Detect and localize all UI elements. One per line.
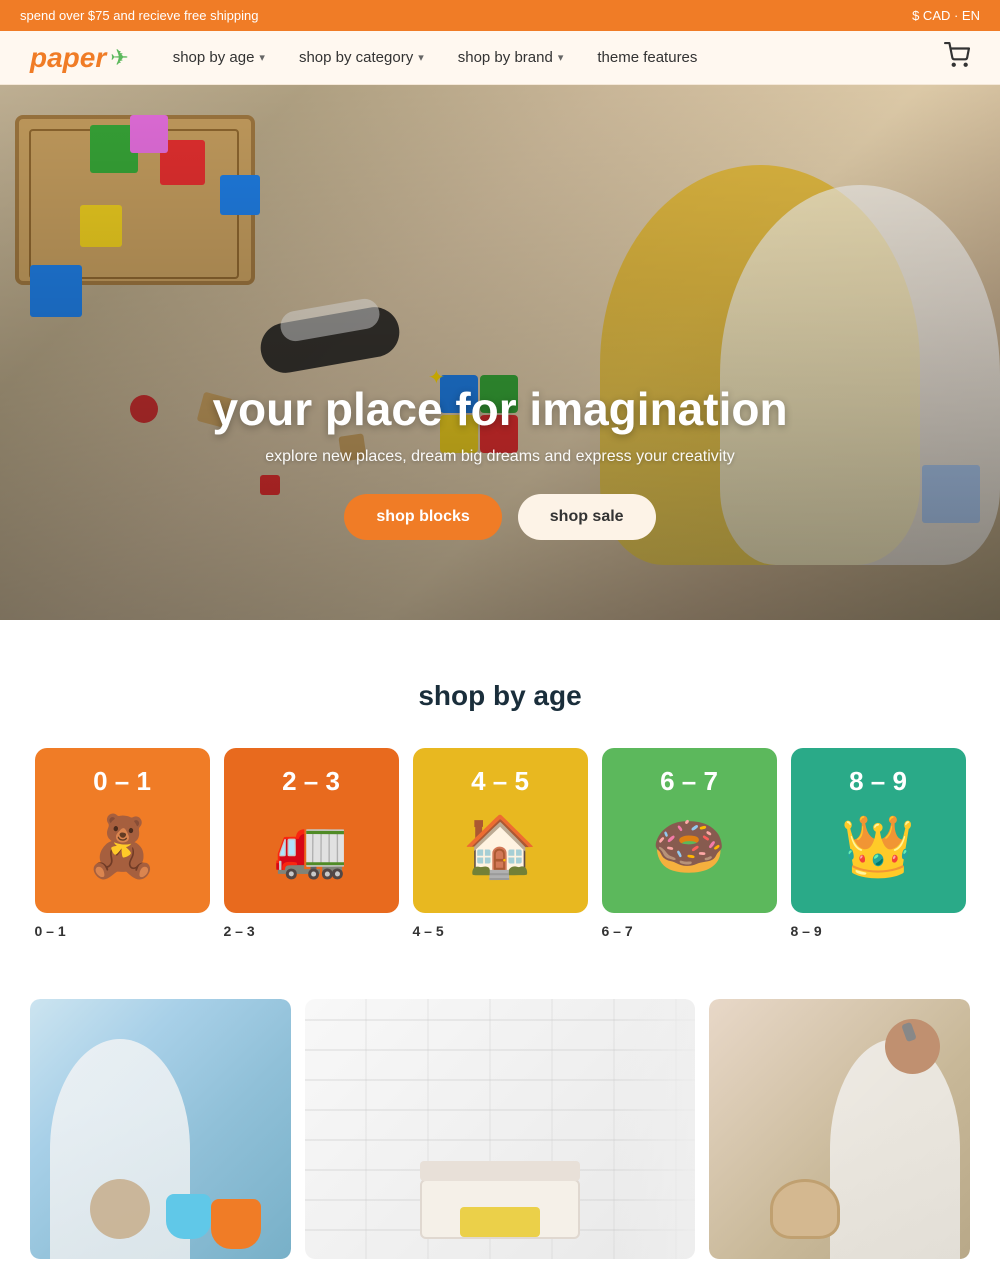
age-card-6-7[interactable]: 6 – 7 🍩 6 – 7 (602, 748, 777, 939)
age-card-inner-2-3: 2 – 3 🚛 (224, 748, 399, 913)
announcement-text: spend over $75 and recieve free shipping (20, 8, 259, 23)
nav-shop-by-age[interactable]: shop by age ▾ (159, 41, 279, 74)
logo-icon: ✈ (110, 45, 128, 71)
age-label-bottom-6-7: 6 – 7 (602, 923, 777, 939)
age-label-bottom-8-9: 8 – 9 (791, 923, 966, 939)
age-label-top-0-1: 0 – 1 (93, 766, 151, 797)
age-card-2-3[interactable]: 2 – 3 🚛 2 – 3 (224, 748, 399, 939)
currency-selector[interactable]: $ CAD · EN (912, 8, 980, 23)
hero-section: ✦ your place for imagination explore new… (0, 85, 1000, 620)
feature-images-section (0, 979, 1000, 1279)
hero-subtitle: explore new places, dream big dreams and… (150, 448, 850, 466)
chevron-down-icon: ▾ (259, 51, 265, 64)
hero-buttons: shop blocks shop sale (150, 494, 850, 540)
age-emoji-0-1: 🧸 (85, 811, 160, 882)
age-card-inner-6-7: 6 – 7 🍩 (602, 748, 777, 913)
shop-blocks-button[interactable]: shop blocks (344, 494, 501, 540)
feature-image-1[interactable] (30, 999, 291, 1259)
age-card-0-1[interactable]: 0 – 1 🧸 0 – 1 (35, 748, 210, 939)
age-grid: 0 – 1 🧸 0 – 1 2 – 3 🚛 2 – 3 4 – 5 🏠 4 – … (30, 748, 970, 939)
logo[interactable]: paper ✈ (30, 42, 129, 74)
feature-image-2[interactable] (305, 999, 696, 1259)
age-label-top-2-3: 2 – 3 (282, 766, 340, 797)
feature-image-3[interactable] (709, 999, 970, 1259)
hero-content: your place for imagination explore new p… (150, 382, 850, 540)
age-card-4-5[interactable]: 4 – 5 🏠 4 – 5 (413, 748, 588, 939)
age-card-inner-0-1: 0 – 1 🧸 (35, 748, 210, 913)
header: paper ✈ shop by age ▾ shop by category ▾… (0, 31, 1000, 85)
nav-shop-by-brand[interactable]: shop by brand ▾ (444, 41, 578, 74)
age-card-inner-4-5: 4 – 5 🏠 (413, 748, 588, 913)
age-card-inner-8-9: 8 – 9 👑 (791, 748, 966, 913)
age-label-bottom-2-3: 2 – 3 (224, 923, 399, 939)
age-label-top-4-5: 4 – 5 (471, 766, 529, 797)
hero-title: your place for imagination (150, 382, 850, 436)
shop-sale-button[interactable]: shop sale (518, 494, 656, 540)
cart-icon[interactable] (944, 42, 970, 74)
age-emoji-8-9: 👑 (841, 811, 916, 882)
nav-theme-features[interactable]: theme features (583, 41, 711, 74)
age-emoji-6-7: 🍩 (652, 811, 727, 882)
age-label-top-8-9: 8 – 9 (849, 766, 907, 797)
age-label-bottom-4-5: 4 – 5 (413, 923, 588, 939)
main-nav: shop by age ▾ shop by category ▾ shop by… (159, 41, 944, 74)
chevron-down-icon: ▾ (418, 51, 424, 64)
age-label-bottom-0-1: 0 – 1 (35, 923, 210, 939)
chevron-down-icon: ▾ (558, 51, 564, 64)
age-label-top-6-7: 6 – 7 (660, 766, 718, 797)
nav-shop-by-category[interactable]: shop by category ▾ (285, 41, 438, 74)
age-emoji-2-3: 🚛 (274, 811, 349, 882)
logo-text: paper (30, 42, 106, 74)
age-emoji-4-5: 🏠 (463, 811, 538, 882)
shop-age-title: shop by age (30, 680, 970, 712)
age-card-8-9[interactable]: 8 – 9 👑 8 – 9 (791, 748, 966, 939)
shop-age-section: shop by age 0 – 1 🧸 0 – 1 2 – 3 🚛 2 – 3 … (0, 620, 1000, 979)
announcement-bar: spend over $75 and recieve free shipping… (0, 0, 1000, 31)
